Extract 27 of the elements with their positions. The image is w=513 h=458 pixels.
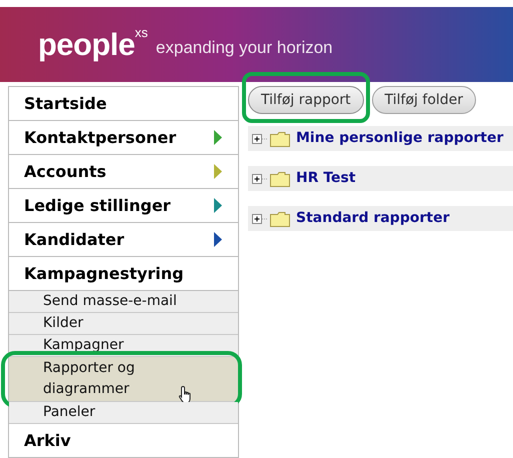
nav-item[interactable]: Arkiv	[9, 424, 238, 458]
logo-superscript: xs	[134, 26, 148, 39]
folder-label[interactable]: Mine personlige rapporter	[296, 128, 504, 149]
nav-item[interactable]: Accounts	[9, 155, 238, 189]
sub-nav-item[interactable]: Rapporter og diagrammer	[9, 357, 238, 402]
toolbar-button[interactable]: Tilføj rapport	[248, 86, 364, 114]
tree-row[interactable]: Standard rapporter	[248, 206, 513, 231]
sub-nav-item[interactable]: Send masse-e-mail	[9, 291, 238, 313]
nav-item[interactable]: Startside	[9, 87, 238, 121]
sub-nav-item[interactable]: Paneler	[9, 402, 238, 424]
folder-icon	[270, 170, 290, 186]
folder-icon	[270, 130, 290, 146]
folder-label[interactable]: HR Test	[296, 168, 356, 189]
toolbar-button[interactable]: Tilføj folder	[372, 86, 476, 114]
nav-item[interactable]: Kontaktpersoner	[9, 121, 238, 155]
nav-item[interactable]: Kandidater	[9, 223, 238, 257]
sub-nav-item[interactable]: Kilder	[9, 313, 238, 335]
expand-icon[interactable]	[252, 134, 268, 144]
expand-icon[interactable]	[252, 214, 268, 224]
folder-icon	[270, 210, 290, 226]
logo-text: people	[38, 29, 135, 60]
nav-item[interactable]: Ledige stillinger	[9, 189, 238, 223]
tree-row[interactable]: HR Test	[248, 166, 513, 191]
tree-row[interactable]: Mine personlige rapporter	[248, 126, 513, 151]
tagline: expanding your horizon	[156, 36, 333, 59]
expand-icon[interactable]	[252, 174, 268, 184]
folder-label[interactable]: Standard rapporter	[296, 208, 450, 229]
